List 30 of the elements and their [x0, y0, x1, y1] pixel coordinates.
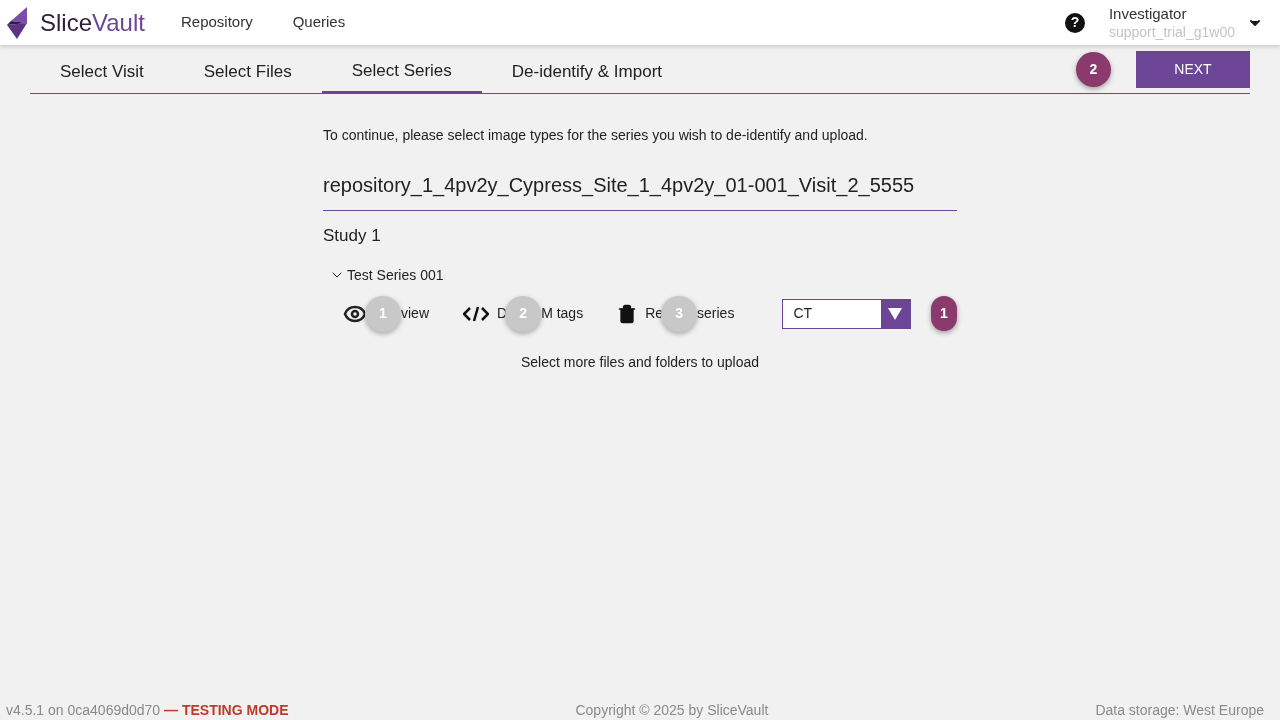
- step-badge: 2: [1076, 51, 1111, 87]
- code-icon: [463, 305, 489, 322]
- version-text: v4.5.1 on 0ca4069d0d70 — TESTING MODE: [6, 700, 289, 720]
- nav-link[interactable]: Queries: [292, 11, 346, 34]
- trash-icon: [617, 303, 638, 324]
- image-type-select[interactable]: CT: [782, 298, 911, 329]
- action-label[interactable]: D: [497, 303, 508, 324]
- nav-link[interactable]: Repository: [180, 11, 253, 34]
- more-files-link[interactable]: Select more files and folders to upload: [520, 351, 760, 373]
- tour-badge: 1: [930, 296, 957, 331]
- dropdown-caret-icon: [888, 307, 903, 320]
- action-label[interactable]: view: [401, 303, 429, 324]
- step-tab[interactable]: Select Files: [173, 50, 322, 93]
- action-label[interactable]: series: [697, 303, 735, 324]
- action-label[interactable]: M tags: [541, 303, 584, 324]
- study-title: Study 1: [323, 225, 382, 247]
- storage-text: Data storage: West Europe: [1095, 700, 1264, 720]
- user-account: support_trial_g1w00: [1108, 22, 1235, 41]
- help-icon[interactable]: ?: [1064, 12, 1085, 33]
- next-button[interactable]: NEXT: [1136, 50, 1250, 88]
- action-label[interactable]: Re: [645, 303, 664, 324]
- brand-name[interactable]: SliceVault: [40, 4, 145, 41]
- instruction-text: To continue, please select image types for the series you wish to de-identify and upload.: [323, 126, 869, 145]
- step-tab[interactable]: Select Series: [321, 50, 482, 94]
- visit-name: repository_1_4pv2y_Cypress_Site_1_4pv2y_01-001_Visit_2_5555: [323, 170, 957, 211]
- copyright-text: Copyright © 2025 by SliceVault: [575, 700, 769, 720]
- user-role: Investigator: [1108, 4, 1188, 23]
- step-tab[interactable]: Select Visit: [30, 50, 174, 93]
- series-toggle[interactable]: Test Series 001: [329, 264, 444, 286]
- step-tab[interactable]: De-identify & Import: [481, 50, 693, 93]
